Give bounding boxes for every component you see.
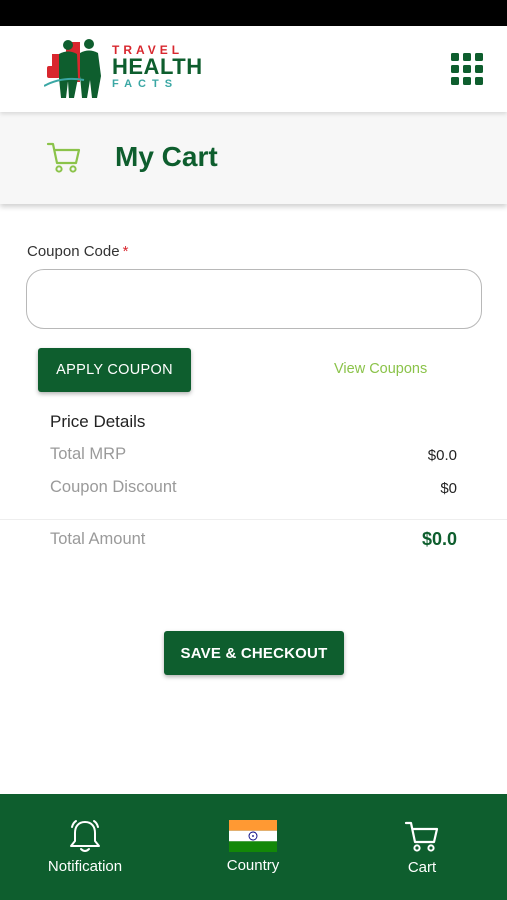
total-amount-label: Total Amount — [50, 530, 146, 548]
bottom-nav: Notification Country Cart — [0, 794, 507, 900]
app-header: TRAVEL HEALTH FACTS — [0, 26, 507, 112]
divider — [0, 519, 507, 520]
coupon-discount-label: Coupon Discount — [50, 478, 177, 496]
grid-menu-icon[interactable] — [451, 53, 483, 85]
india-flag-icon — [229, 820, 277, 852]
view-coupons-link[interactable]: View Coupons — [334, 361, 427, 377]
cart-icon — [46, 142, 81, 173]
nav-item-notification[interactable]: Notification — [25, 794, 145, 900]
logo-figure-icon — [44, 39, 101, 98]
cart-icon — [404, 821, 439, 852]
logo-line-facts: FACTS — [112, 78, 179, 90]
nav-item-country[interactable]: Country — [193, 794, 313, 900]
page-title: My Cart — [115, 141, 218, 172]
nav-label-notification: Notification — [47, 858, 123, 875]
logo-text: TRAVEL HEALTH FACTS — [112, 44, 212, 90]
coupon-code-label-text: Coupon Code — [27, 243, 120, 260]
page-header: My Cart — [0, 112, 507, 204]
logo-line-health: HEALTH — [112, 54, 203, 79]
nav-item-cart[interactable]: Cart — [362, 794, 482, 900]
price-details-heading: Price Details — [50, 412, 146, 431]
travel-health-facts-logo[interactable]: TRAVEL HEALTH FACTS — [44, 36, 214, 102]
nav-label-country: Country — [226, 857, 280, 874]
total-mrp-value: $0.0 — [427, 447, 457, 464]
total-mrp-label: Total MRP — [50, 445, 127, 463]
coupon-discount-value: $0 — [440, 480, 457, 497]
coupon-code-label: Coupon Code * — [27, 243, 128, 260]
nav-label-cart: Cart — [407, 859, 437, 876]
total-amount-value: $0.0 — [421, 529, 457, 549]
bell-icon — [70, 820, 100, 852]
status-bar — [0, 0, 507, 26]
save-checkout-button[interactable]: SAVE & CHECKOUT — [164, 631, 344, 675]
required-mark: * — [122, 243, 129, 260]
apply-coupon-button[interactable]: APPLY COUPON — [38, 348, 191, 392]
coupon-code-input[interactable] — [26, 269, 482, 329]
